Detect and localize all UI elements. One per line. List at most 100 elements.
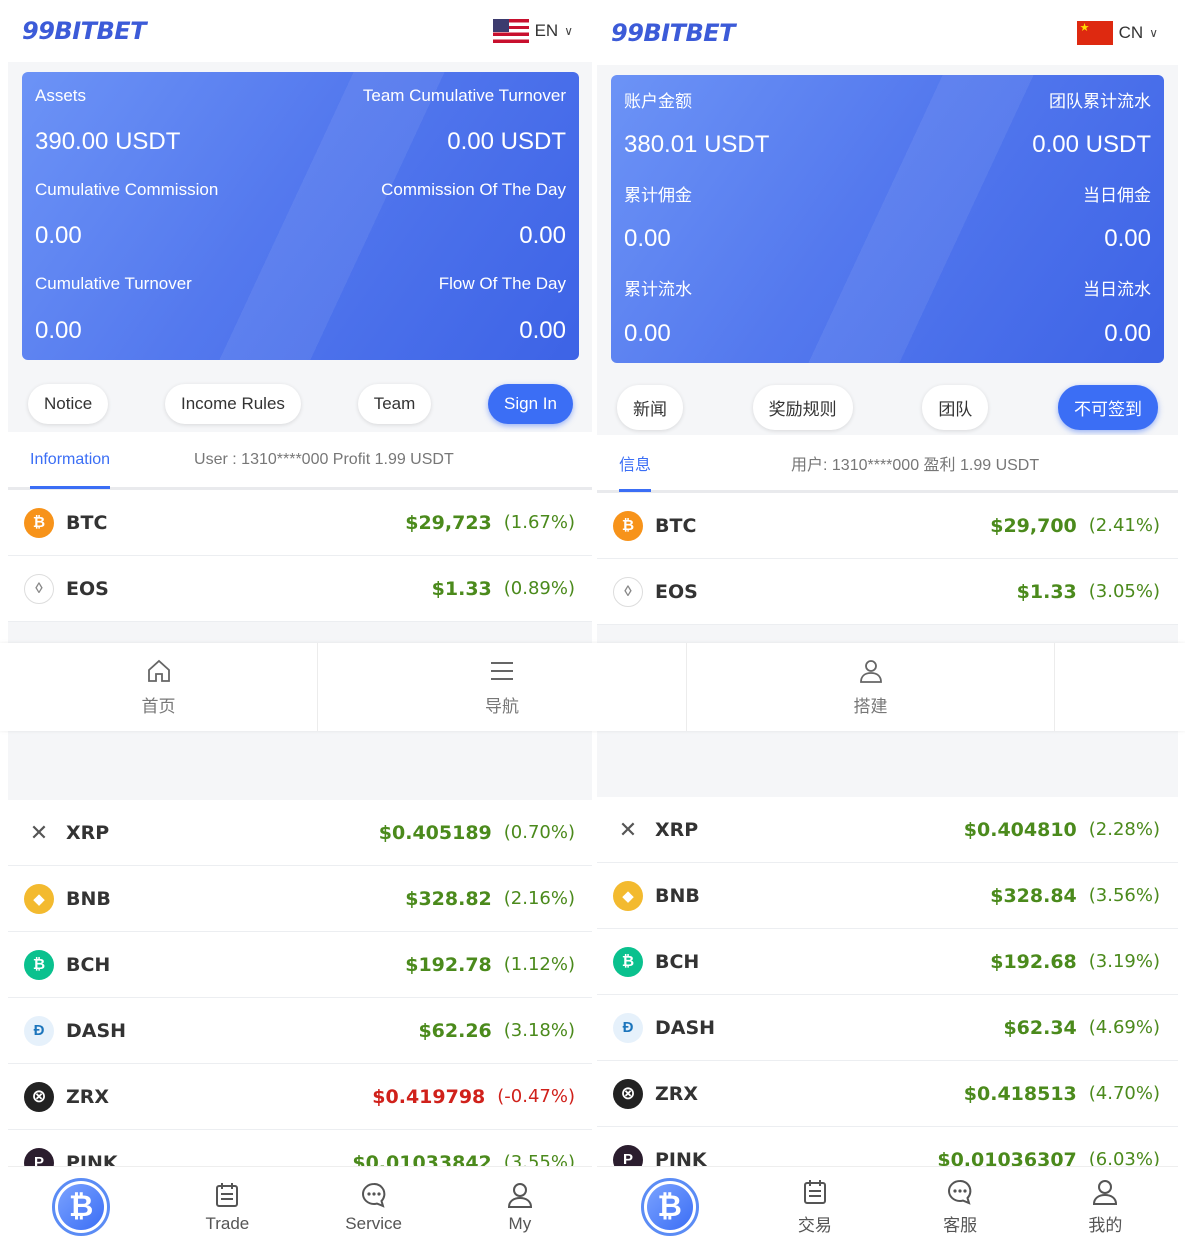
- coin-change: (1.12%): [503, 954, 575, 975]
- user-profit-ticker: User : 1310****000 Profit 1.99 USDT: [194, 450, 454, 468]
- chat-icon: [361, 1182, 385, 1208]
- coin-row-bnb[interactable]: ◆ BNB $328.82 (2.16%): [8, 866, 593, 932]
- left-app-screen: 99BITBET EN ∨ Assets Team Cumulative Turn…: [8, 0, 593, 1246]
- tab-home[interactable]: ₿: [597, 1167, 742, 1246]
- tab-information[interactable]: Information: [30, 431, 111, 489]
- team-button[interactable]: 团队: [922, 384, 989, 430]
- coin-row-eos[interactable]: ◊ EOS $1.33 (3.05%): [597, 559, 1178, 625]
- tab-home[interactable]: ₿: [8, 1167, 154, 1246]
- zrx-icon: ⊗: [24, 1081, 54, 1112]
- tab-information[interactable]: 信息: [619, 434, 652, 492]
- coin-row-btc[interactable]: ₿ BTC $29,723 (1.67%): [8, 490, 593, 556]
- sign-in-button[interactable]: Sign In: [488, 384, 573, 424]
- coin-name: DASH: [655, 1016, 716, 1039]
- cumulative-commission-label: Cumulative Commission: [35, 180, 219, 199]
- cumulative-turnover-value: 0.00: [35, 317, 82, 344]
- coin-price: $328.82: [405, 887, 492, 910]
- income-rules-button[interactable]: Income Rules: [164, 384, 301, 424]
- tab-label: 交易: [797, 1216, 832, 1235]
- notice-button[interactable]: Notice: [28, 384, 109, 424]
- coin-price: $192.68: [990, 950, 1077, 973]
- coin-change: (0.70%): [503, 822, 575, 843]
- tab-trade[interactable]: Trade: [154, 1167, 300, 1246]
- team-turnover-value: 0.00 USDT: [1032, 131, 1151, 158]
- bitcoin-icon: ₿: [24, 507, 54, 538]
- tab-label: Service: [345, 1213, 402, 1233]
- eos-icon: ◊: [24, 573, 54, 604]
- team-turnover-label: Team Cumulative Turnover: [362, 86, 566, 105]
- bitcoin-home-icon: ₿: [640, 1177, 699, 1236]
- tab-label: Trade: [205, 1213, 250, 1233]
- coin-change: (1.67%): [503, 512, 575, 533]
- team-button[interactable]: Team: [357, 384, 432, 424]
- tab-label: 客服: [943, 1216, 978, 1235]
- coin-list-bottom: ✕ XRP $0.405189 (0.70%) ◆ BNB $328.82 (2…: [8, 800, 593, 1196]
- dash-icon: Ð: [613, 1012, 643, 1043]
- calendar-icon: [216, 1182, 239, 1207]
- coin-row-dash[interactable]: Ð DASH $62.34 (4.69%): [597, 995, 1178, 1061]
- coin-price: $0.404810: [963, 818, 1077, 841]
- calendar-icon: [803, 1180, 826, 1204]
- notice-button[interactable]: 新闻: [617, 384, 683, 430]
- income-rules-button[interactable]: 奖励规则: [752, 384, 853, 430]
- tab-service[interactable]: 客服: [888, 1167, 1033, 1246]
- day-flow-value: 0.00: [519, 317, 566, 344]
- chat-icon: [948, 1179, 972, 1205]
- assets-card: 账户金额 团队累计流水 380.01 USDT 0.00 USDT 累计佣金 当日佣金…: [611, 75, 1164, 363]
- coin-row-zrx[interactable]: ⊗ ZRX $0.419798 (-0.47%): [8, 1064, 593, 1130]
- overlay-nav-navigation[interactable]: 导航: [318, 643, 687, 731]
- user-icon: [859, 659, 882, 683]
- coin-list-top: ₿ BTC $29,723 (1.67%) ◊ EOS $1.33 (0.89%…: [8, 490, 593, 622]
- day-commission-value: 0.00: [1104, 225, 1151, 252]
- overlay-nav-label: 搭建: [853, 696, 888, 716]
- assets-label: 账户金额: [624, 91, 692, 111]
- bottom-tab-bar: ₿ 交易 客服 我的: [597, 1166, 1178, 1246]
- tab-my[interactable]: My: [447, 1167, 593, 1246]
- coin-row-zrx[interactable]: ⊗ ZRX $0.418513 (4.70%): [597, 1061, 1178, 1127]
- sign-in-button[interactable]: 不可签到: [1057, 384, 1158, 430]
- user-icon: [1093, 1180, 1118, 1205]
- overlay-nav-empty: [1055, 643, 1185, 731]
- coin-row-btc[interactable]: ₿ BTC $29,700 (2.41%): [597, 493, 1178, 559]
- info-bar: 信息 用户: 1310****000 盈利 1.99 USDT: [597, 435, 1178, 493]
- cn-flag-icon: [1076, 20, 1113, 45]
- cumulative-turnover-label: 累计流水: [624, 279, 692, 299]
- xrp-icon: ✕: [24, 817, 54, 848]
- coin-row-xrp[interactable]: ✕ XRP $0.404810 (2.28%): [597, 797, 1178, 863]
- coin-price: $0.419798: [372, 1085, 486, 1108]
- overlay-nav-home[interactable]: 首页: [0, 643, 318, 731]
- coin-row-bch[interactable]: ₿ BCH $192.78 (1.12%): [8, 932, 593, 998]
- coin-row-dash[interactable]: Ð DASH $62.26 (3.18%): [8, 998, 593, 1064]
- assets-label: Assets: [35, 86, 87, 105]
- coin-row-bnb[interactable]: ◆ BNB $328.84 (3.56%): [597, 863, 1178, 929]
- coin-price: $29,723: [405, 511, 492, 534]
- language-selector[interactable]: CN ∨: [1076, 20, 1158, 45]
- day-commission-label: Commission Of The Day: [381, 180, 566, 199]
- coin-price: $62.34: [1003, 1016, 1077, 1039]
- coin-price: $1.33: [1016, 580, 1077, 603]
- coin-row-eos[interactable]: ◊ EOS $1.33 (0.89%): [8, 556, 593, 622]
- tab-trade[interactable]: 交易: [742, 1167, 887, 1246]
- coin-name: XRP: [66, 821, 110, 844]
- user-profit-ticker: 用户: 1310****000 盈利 1.99 USDT: [791, 456, 1040, 474]
- tab-my[interactable]: 我的: [1033, 1167, 1178, 1246]
- coin-change: (3.19%): [1088, 951, 1160, 972]
- cumulative-commission-value: 0.00: [624, 225, 671, 252]
- coin-name: BNB: [655, 884, 700, 907]
- team-turnover-value: 0.00 USDT: [447, 128, 566, 155]
- eos-icon: ◊: [613, 576, 643, 607]
- coin-row-xrp[interactable]: ✕ XRP $0.405189 (0.70%): [8, 800, 593, 866]
- day-flow-label: 当日流水: [1083, 279, 1151, 299]
- language-selector[interactable]: EN ∨: [492, 19, 573, 43]
- info-bar: Information User : 1310****000 Profit 1.…: [8, 432, 593, 490]
- coin-change: (4.70%): [1088, 1083, 1160, 1104]
- tab-service[interactable]: Service: [301, 1167, 447, 1246]
- overlay-nav-label: 导航: [485, 696, 519, 716]
- zrx-icon: ⊗: [613, 1078, 643, 1109]
- overlay-nav-label: 首页: [141, 696, 176, 716]
- action-buttons: Notice Income Rules Team Sign In: [8, 360, 593, 432]
- coin-row-bch[interactable]: ₿ BCH $192.68 (3.19%): [597, 929, 1178, 995]
- overlay-nav-build[interactable]: 搭建: [687, 643, 1055, 731]
- bch-icon: ₿: [613, 946, 643, 977]
- coin-name: BCH: [66, 953, 111, 976]
